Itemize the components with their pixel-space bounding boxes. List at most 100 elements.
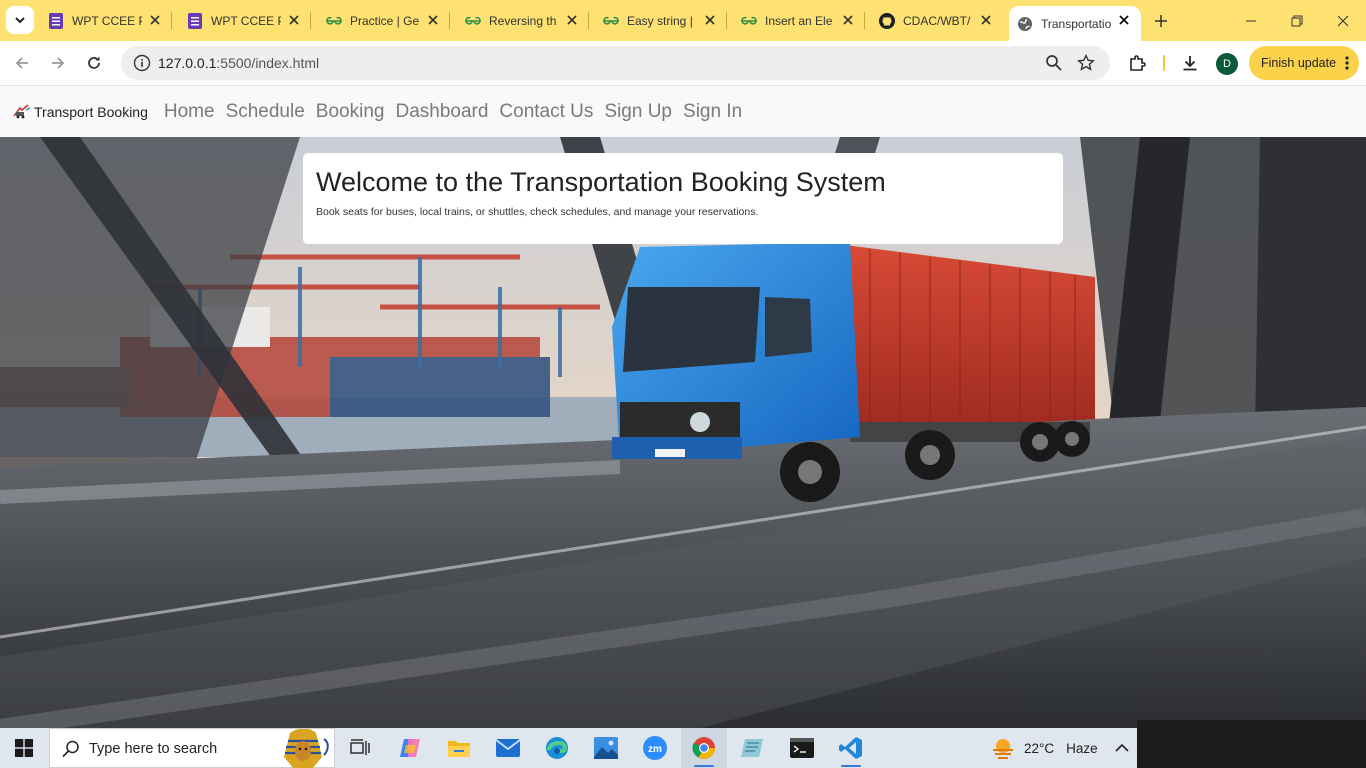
nav-dashboard[interactable]: Dashboard xyxy=(395,101,488,123)
tab-2[interactable]: WPT CCEE Pr xyxy=(179,6,311,35)
hero-section: Welcome to the Transportation Booking Sy… xyxy=(0,137,1366,728)
terminal-icon xyxy=(790,738,814,758)
close-icon[interactable] xyxy=(979,13,993,27)
task-view-icon xyxy=(350,739,370,755)
mail-app[interactable] xyxy=(485,728,531,768)
url-text[interactable]: 127.0.0.1:5500/index.html xyxy=(158,55,319,71)
minimize-button[interactable] xyxy=(1228,0,1274,41)
tab-separator xyxy=(449,12,450,29)
chrome-app[interactable] xyxy=(681,728,727,768)
close-window-button[interactable] xyxy=(1320,0,1366,41)
folder-icon xyxy=(448,741,470,757)
search-icon xyxy=(62,740,79,758)
tab-1[interactable]: WPT CCEE Pr xyxy=(40,6,172,35)
edge-app[interactable] xyxy=(534,728,580,768)
tab-strip: WPT CCEE Pr WPT CCEE Pr Practice | Ge Re… xyxy=(0,0,1366,41)
restore-button[interactable] xyxy=(1274,0,1320,41)
brand-link[interactable]: Transport Booking xyxy=(12,102,148,122)
notes-app[interactable] xyxy=(730,728,776,768)
arrow-left-icon xyxy=(15,57,28,69)
forms-icon xyxy=(187,12,203,29)
photos-icon xyxy=(594,737,618,759)
finish-update-label: Finish update xyxy=(1261,56,1337,70)
gfg-icon xyxy=(326,13,342,29)
close-icon[interactable] xyxy=(426,13,440,27)
tab-label: Transportatio xyxy=(1041,16,1111,31)
search-icon[interactable] xyxy=(1045,54,1063,72)
forward-button[interactable] xyxy=(44,49,72,77)
downloads-button[interactable] xyxy=(1179,52,1201,74)
close-icon[interactable] xyxy=(565,13,579,27)
tab-label: WPT CCEE Pr xyxy=(211,13,281,28)
tab-3[interactable]: Practice | Ge xyxy=(318,6,450,35)
file-explorer-app[interactable] xyxy=(436,728,482,768)
back-button[interactable] xyxy=(8,49,36,77)
taskbar-search-box[interactable]: Type here to search xyxy=(49,728,335,768)
nav-sign-up[interactable]: Sign Up xyxy=(604,101,672,123)
active-indicator xyxy=(841,765,861,767)
tab-label: Easy string | xyxy=(627,13,693,28)
minimize-icon xyxy=(1246,20,1256,21)
pharaoh-icon[interactable] xyxy=(268,729,332,768)
profile-avatar[interactable]: D xyxy=(1216,53,1238,75)
nav-schedule[interactable]: Schedule xyxy=(226,101,305,123)
tab-4[interactable]: Reversing th xyxy=(457,6,589,35)
close-icon[interactable] xyxy=(148,13,162,27)
notes-icon xyxy=(741,739,763,757)
star-icon[interactable] xyxy=(1077,54,1095,72)
temperature: 22°C xyxy=(1024,740,1055,756)
copilot-icon xyxy=(400,739,420,757)
tab-label: Reversing th xyxy=(489,13,557,28)
more-vert-icon[interactable] xyxy=(1345,55,1349,71)
new-tab-button[interactable] xyxy=(1150,10,1172,32)
weather-widget[interactable]: 22°C Haze xyxy=(990,728,1098,768)
gfg-icon xyxy=(465,13,481,29)
puzzle-icon xyxy=(1130,55,1146,71)
site-navbar: Transport Booking Home Schedule Booking … xyxy=(0,86,1366,137)
tab-5[interactable]: Easy string | xyxy=(595,6,727,35)
tab-6[interactable]: Insert an Ele xyxy=(733,6,865,35)
tab-8-active[interactable]: Transportatio xyxy=(1009,6,1141,41)
vscode-app[interactable] xyxy=(828,728,874,768)
close-icon[interactable] xyxy=(1117,13,1131,27)
globe-icon xyxy=(1017,16,1033,32)
info-icon[interactable] xyxy=(133,54,151,72)
close-icon[interactable] xyxy=(703,13,717,27)
welcome-card: Welcome to the Transportation Booking Sy… xyxy=(303,153,1063,244)
tab-separator xyxy=(171,12,172,29)
reload-button[interactable] xyxy=(80,49,108,77)
nav-booking[interactable]: Booking xyxy=(316,101,385,123)
close-icon xyxy=(1337,15,1349,26)
task-view-button[interactable] xyxy=(337,728,383,768)
windows-taskbar: Type here to search zm 22°C Haze xyxy=(0,720,1366,768)
tab-label: Insert an Ele xyxy=(765,13,833,28)
close-icon[interactable] xyxy=(841,13,855,27)
address-bar[interactable]: 127.0.0.1:5500/index.html xyxy=(121,46,1110,80)
gfg-icon xyxy=(603,13,619,29)
github-icon xyxy=(879,12,895,29)
browser-toolbar: 127.0.0.1:5500/index.html D Finish updat… xyxy=(0,41,1366,86)
tab-label: WPT CCEE Pr xyxy=(72,13,142,28)
photos-app[interactable] xyxy=(583,728,629,768)
start-button[interactable] xyxy=(0,728,48,768)
zoom-icon: zm xyxy=(643,736,667,760)
chrome-icon xyxy=(692,737,715,759)
weather-condition: Haze xyxy=(1066,740,1098,756)
nav-contact-us[interactable]: Contact Us xyxy=(499,101,593,123)
url-host: 127.0.0.1 xyxy=(158,55,217,71)
taskbar-search-placeholder: Type here to search xyxy=(89,741,218,757)
extensions-button[interactable] xyxy=(1126,52,1148,74)
tab-7[interactable]: CDAC/WBT/ xyxy=(871,6,1003,35)
copilot-app[interactable] xyxy=(387,728,433,768)
terminal-app[interactable] xyxy=(779,728,825,768)
zoom-app[interactable]: zm xyxy=(632,728,678,768)
close-icon[interactable] xyxy=(287,13,301,27)
chevron-up-icon[interactable] xyxy=(1112,738,1132,758)
tab-search-button[interactable] xyxy=(6,6,34,34)
nav-sign-in[interactable]: Sign In xyxy=(683,101,742,123)
nav-home[interactable]: Home xyxy=(164,101,215,123)
haze-weather-icon xyxy=(993,739,1013,759)
chevron-down-icon xyxy=(15,17,25,24)
toolbar-divider xyxy=(1163,55,1165,71)
finish-update-button[interactable]: Finish update xyxy=(1249,46,1359,80)
